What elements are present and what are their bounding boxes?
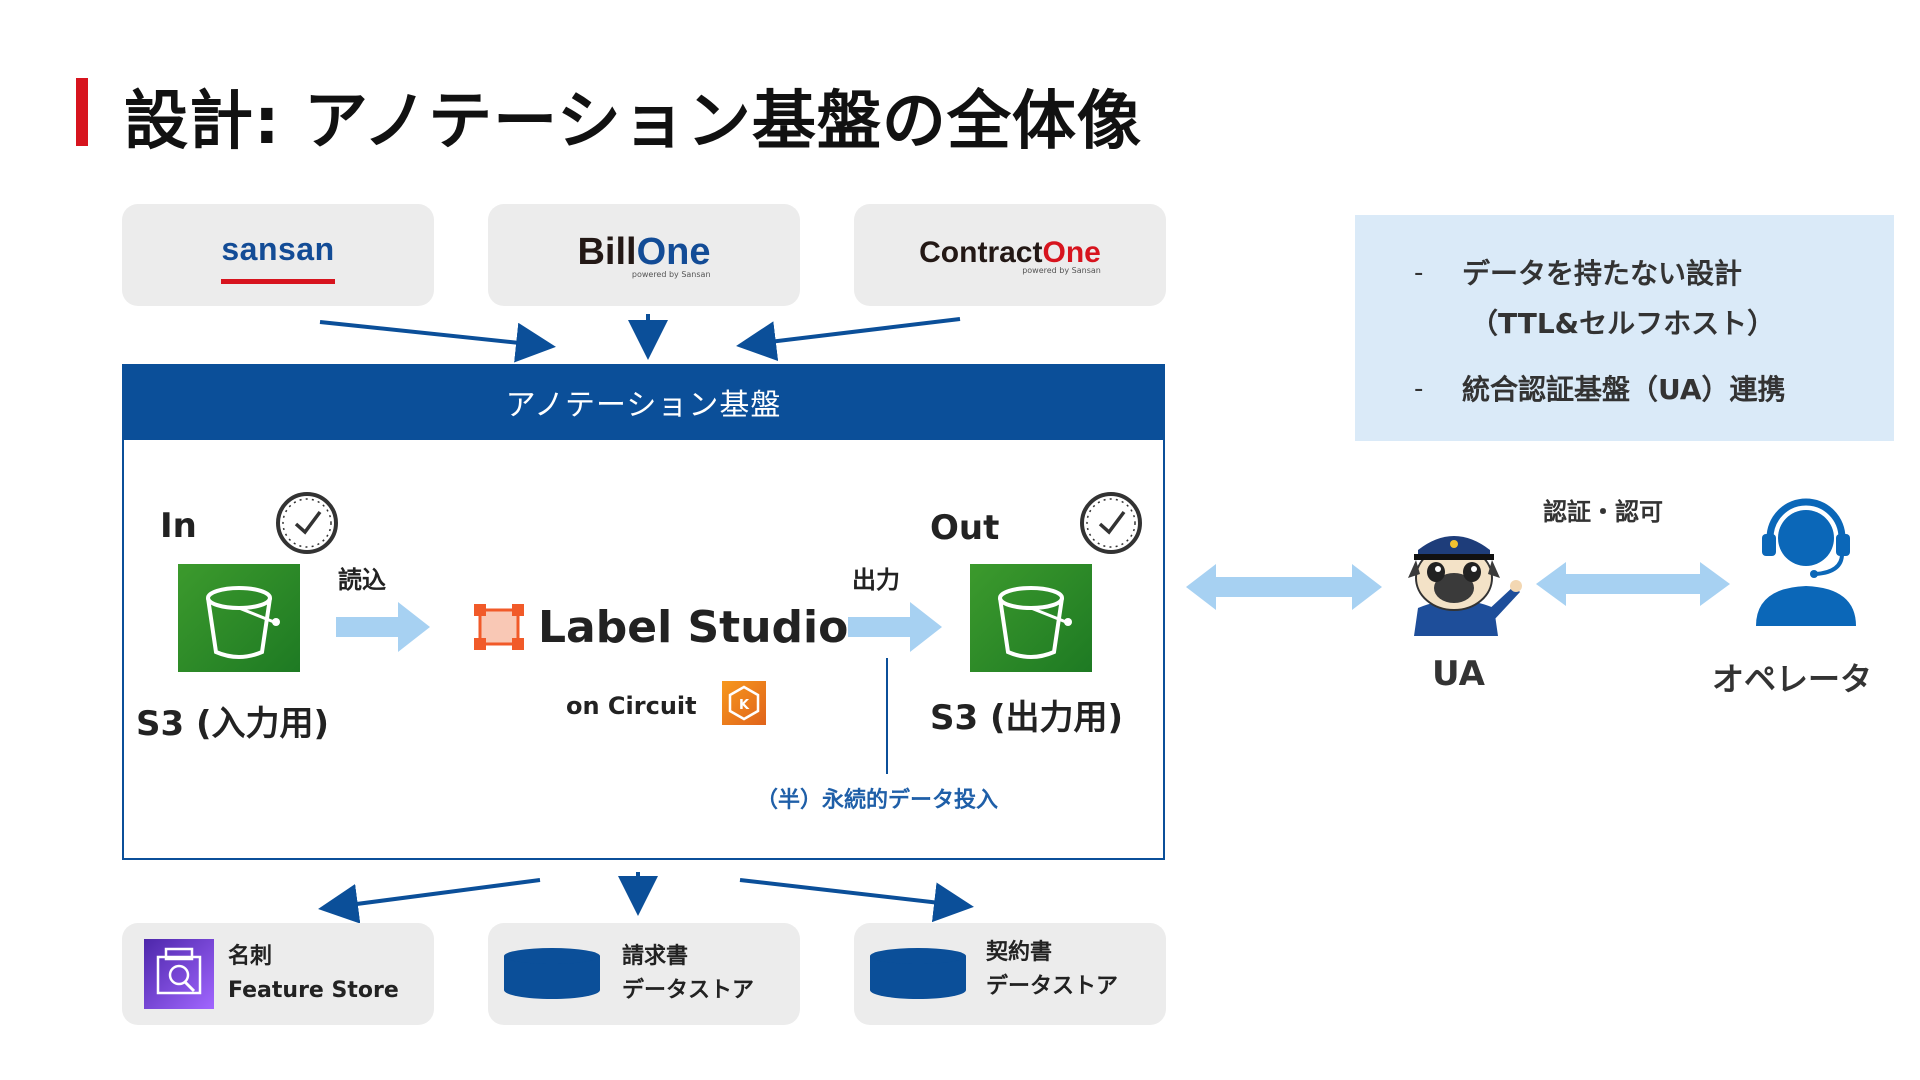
- bucket-icon-out: [998, 586, 1072, 659]
- invoice-subtitle: データストア: [622, 978, 755, 1003]
- contract-database-icon: [870, 948, 966, 999]
- s3-input-label: S3 (入力用): [136, 704, 330, 744]
- on-circuit-label: on Circuit: [566, 692, 697, 720]
- arrow-platform-to-meishi: [318, 878, 541, 924]
- note-line-1: データを持たない設計: [1462, 257, 1743, 290]
- persistent-data-label: （半）永続的データ投入: [756, 788, 999, 813]
- meishi-title: 名刺: [228, 944, 273, 969]
- meishi-subtitle: Feature Store: [228, 978, 399, 1003]
- operator-label: オペレータ: [1712, 660, 1873, 698]
- read-arrow: [336, 602, 430, 652]
- ua-operator-double-arrow: [1536, 562, 1730, 606]
- arrow-contractone-to-platform: [736, 317, 961, 362]
- s3-input-bucket-icon: [178, 564, 300, 672]
- invoice-title: 請求書: [622, 944, 689, 969]
- auth-label: 認証・認可: [1543, 498, 1663, 526]
- output-arrow: [848, 602, 942, 652]
- feature-store-icon: [144, 939, 214, 1009]
- arrow-sansan-to-platform: [319, 320, 556, 363]
- svg-text:K: K: [739, 698, 750, 713]
- platform-header: アノテーション基盤: [122, 364, 1165, 440]
- platform-ua-double-arrow: [1186, 564, 1382, 610]
- label-studio-title: Label Studio: [538, 602, 849, 653]
- clock-icon-in: [276, 492, 338, 554]
- meishi-store-text: 名刺 Feature Store: [228, 940, 399, 1008]
- kubernetes-service-icon: K: [722, 681, 766, 725]
- note-bullet-2: -: [1414, 374, 1424, 404]
- ua-label: UA: [1432, 654, 1485, 694]
- output-label: 出力: [852, 566, 900, 594]
- invoice-store-text: 請求書 データストア: [622, 940, 754, 1008]
- invoice-database-icon: [504, 948, 600, 999]
- operator-icon: [1756, 498, 1856, 626]
- ua-mascot-icon: [1408, 536, 1522, 636]
- s3-output-bucket-icon: [970, 564, 1092, 672]
- label-studio-logo-icon: [474, 604, 524, 650]
- contract-store-text: 契約書 データストア: [986, 936, 1118, 1004]
- contract-title: 契約書: [986, 940, 1053, 965]
- note-line-2: 統合認証基盤（UA）連携: [1462, 373, 1786, 406]
- out-label: Out: [930, 508, 1000, 548]
- arrow-platform-to-contract: [739, 878, 974, 923]
- read-label: 読込: [338, 566, 386, 594]
- in-label: In: [160, 506, 197, 546]
- bucket-icon-in: [206, 586, 280, 659]
- note-line-1b: （TTL&セルフホスト）: [1470, 307, 1776, 340]
- note-bullet-1: -: [1414, 258, 1424, 288]
- persist-connector-line: [886, 658, 888, 774]
- contract-subtitle: データストア: [986, 974, 1119, 999]
- clock-icon-out: [1080, 492, 1142, 554]
- s3-output-label: S3 (出力用): [930, 698, 1124, 738]
